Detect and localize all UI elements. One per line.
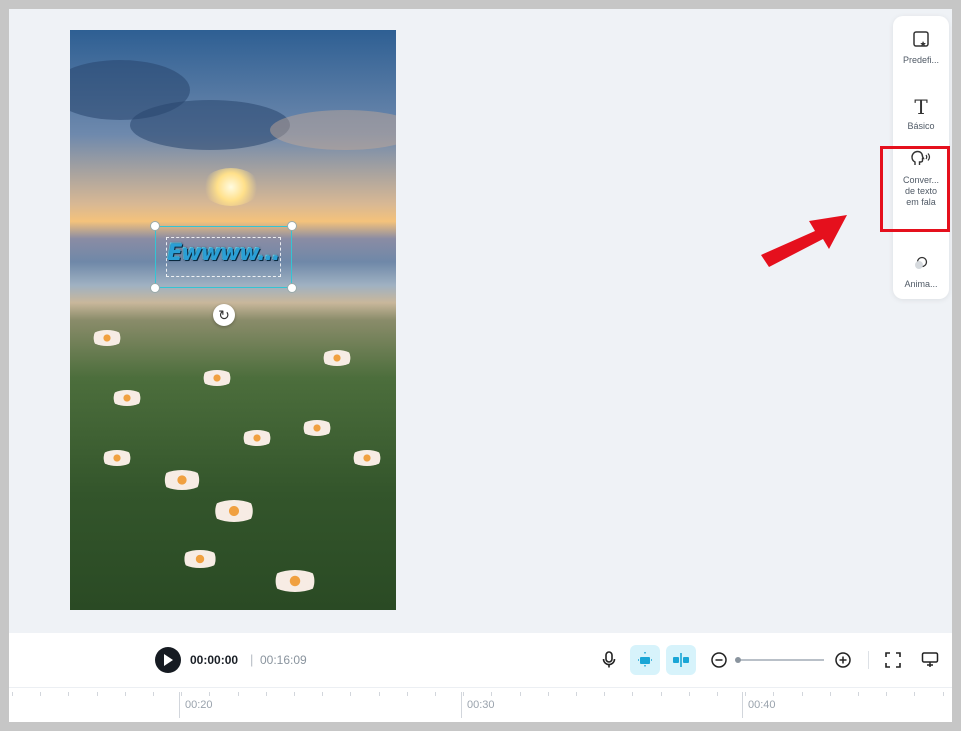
flower-shape	[90, 330, 124, 346]
timeline-tick	[463, 692, 464, 696]
flower-shape	[350, 450, 384, 466]
red-arrow-icon	[761, 215, 847, 267]
timeline-label: 00:30	[467, 699, 495, 711]
caption-icon	[921, 652, 939, 667]
timeline-tick	[548, 692, 549, 696]
flower-shape	[300, 420, 334, 436]
flower-shape	[160, 470, 204, 490]
timeline-tick	[604, 692, 605, 696]
current-time: 00:00:00	[190, 653, 239, 667]
flower-shape	[100, 450, 134, 466]
timeline-tick	[661, 692, 662, 696]
timeline-tick	[576, 692, 577, 696]
cloud-shape	[270, 110, 396, 150]
total-time: 00:16:09	[260, 653, 307, 667]
timeline-label: 00:20	[185, 699, 213, 711]
timeline-tick	[379, 692, 380, 696]
text-selection-box[interactable]: Ewwww...	[150, 221, 297, 293]
overlay-text[interactable]: Ewwww...	[156, 241, 291, 266]
zoom-out-icon	[711, 652, 727, 668]
timeline-tick	[209, 692, 210, 696]
timeline-tick	[97, 692, 98, 696]
timeline-tick	[689, 692, 690, 696]
zoom-in-button[interactable]	[828, 645, 858, 675]
flower-shape	[270, 570, 320, 592]
flower-shape	[210, 500, 258, 522]
flower-shape	[200, 370, 234, 386]
timeline-tick	[830, 692, 831, 696]
timeline-tick	[68, 692, 69, 696]
timeline-tick	[350, 692, 351, 696]
zoom-in-icon	[835, 652, 851, 668]
timeline-tick	[632, 692, 633, 696]
play-button[interactable]	[155, 647, 181, 673]
timeline-tick	[520, 692, 521, 696]
resize-handle-bottom-right[interactable]	[287, 283, 297, 293]
side-item-label: Anima...	[904, 279, 938, 289]
flower-shape	[110, 390, 144, 406]
timeline-tick	[717, 692, 718, 696]
timeline-tick	[943, 692, 944, 696]
rotate-handle-icon[interactable]: ↻	[213, 304, 235, 326]
text-icon: T	[914, 95, 928, 119]
preset-icon	[893, 30, 949, 52]
timeline-major-tick	[179, 692, 180, 718]
timeline-tick	[12, 692, 13, 696]
snap-icon	[638, 652, 652, 668]
resize-handle-top-left[interactable]	[150, 221, 160, 231]
timeline-tick	[407, 692, 408, 696]
timeline-ruler[interactable]: 00:20 00:30 00:40	[9, 687, 952, 722]
flower-shape	[320, 350, 354, 366]
animation-icon	[893, 254, 949, 276]
resize-handle-bottom-left[interactable]	[150, 283, 160, 293]
timeline-tick	[181, 692, 182, 696]
side-item-animation[interactable]: Anima...	[893, 254, 949, 290]
sun-glow	[202, 168, 260, 206]
microphone-icon	[602, 651, 616, 668]
timeline-tick	[125, 692, 126, 696]
fullscreen-button[interactable]	[878, 645, 908, 675]
timeline-tick	[802, 692, 803, 696]
timeline-major-tick	[742, 692, 743, 718]
zoom-out-button[interactable]	[704, 645, 734, 675]
flower-shape	[180, 550, 220, 568]
timeline-tick	[886, 692, 887, 696]
timeline-major-tick	[461, 692, 462, 718]
cloud-shape	[130, 100, 290, 150]
timeline-tick	[914, 692, 915, 696]
timeline-tick	[491, 692, 492, 696]
resize-handle-top-right[interactable]	[287, 221, 297, 231]
editor-workspace: Ewwww... ↻ Predefi... T Básico Conver...…	[9, 9, 952, 722]
zoom-slider-knob[interactable]	[735, 657, 741, 663]
side-item-label: Predefi...	[902, 55, 940, 65]
timeline-tick	[153, 692, 154, 696]
timeline-tick	[858, 692, 859, 696]
zoom-slider[interactable]	[738, 659, 824, 661]
timeline-label: 00:40	[748, 699, 776, 711]
auto-snap-button[interactable]	[630, 645, 660, 675]
timeline-tick	[266, 692, 267, 696]
caption-button[interactable]	[915, 645, 945, 675]
timeline-tick	[40, 692, 41, 696]
toolbar-divider	[868, 651, 869, 669]
timeline-tick	[435, 692, 436, 696]
timeline-tick	[238, 692, 239, 696]
microphone-button[interactable]	[594, 645, 624, 675]
highlight-box	[880, 146, 950, 232]
flower-shape	[240, 430, 274, 446]
fullscreen-icon	[885, 652, 901, 668]
split-icon	[673, 653, 689, 667]
play-icon	[164, 654, 173, 666]
time-separator: |	[250, 652, 254, 667]
timeline-tick	[322, 692, 323, 696]
video-preview-canvas[interactable]: Ewwww... ↻	[70, 30, 396, 610]
timeline-tick	[773, 692, 774, 696]
split-button[interactable]	[666, 645, 696, 675]
side-item-label: Básico	[907, 121, 935, 131]
side-item-basic[interactable]: T Básico	[893, 96, 949, 132]
side-item-preset[interactable]: Predefi...	[893, 30, 949, 66]
timeline-tick	[294, 692, 295, 696]
timeline-tick	[745, 692, 746, 696]
player-controls: 00:00:00 | 00:16:09	[9, 633, 952, 687]
